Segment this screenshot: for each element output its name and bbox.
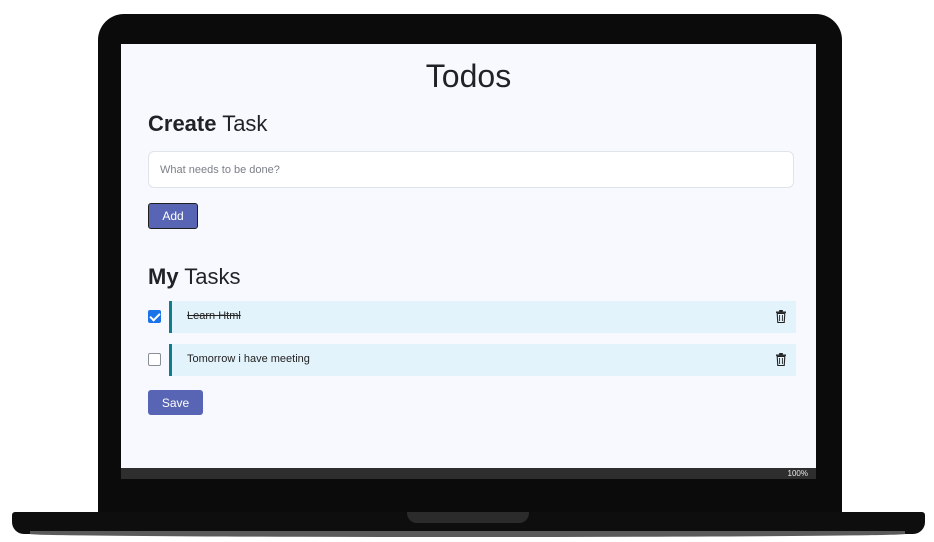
task-card: Learn Html — [169, 301, 796, 333]
app-screen: Todos Create Task Add My Tasks Learn Htm… — [121, 44, 816, 479]
task-checkbox[interactable] — [148, 353, 161, 366]
create-task-heading: Create Task — [148, 111, 267, 137]
page-title: Todos — [425, 58, 512, 94]
zoom-level: 100% — [787, 469, 808, 478]
save-button[interactable]: Save — [148, 390, 203, 415]
task-row: Learn Html — [148, 301, 796, 333]
tasks-heading-rest: Tasks — [178, 264, 241, 289]
tasks-heading-bold: My — [148, 264, 179, 289]
task-checkbox[interactable] — [148, 310, 161, 323]
laptop-notch — [407, 512, 529, 523]
add-button[interactable]: Add — [148, 203, 198, 229]
task-input[interactable] — [148, 151, 794, 188]
create-heading-rest: Task — [216, 111, 268, 136]
trash-icon[interactable] — [776, 353, 786, 366]
task-text: Learn Html — [187, 310, 241, 322]
my-tasks-heading: My Tasks — [148, 264, 241, 290]
trash-icon[interactable] — [776, 310, 786, 323]
status-bar: 100% — [121, 468, 816, 479]
create-heading-bold: Create — [148, 111, 217, 136]
laptop-base-shadow — [30, 531, 905, 537]
task-text: Tomorrow i have meeting — [187, 353, 310, 365]
task-card: Tomorrow i have meeting — [169, 344, 796, 376]
task-row: Tomorrow i have meeting — [148, 344, 796, 376]
